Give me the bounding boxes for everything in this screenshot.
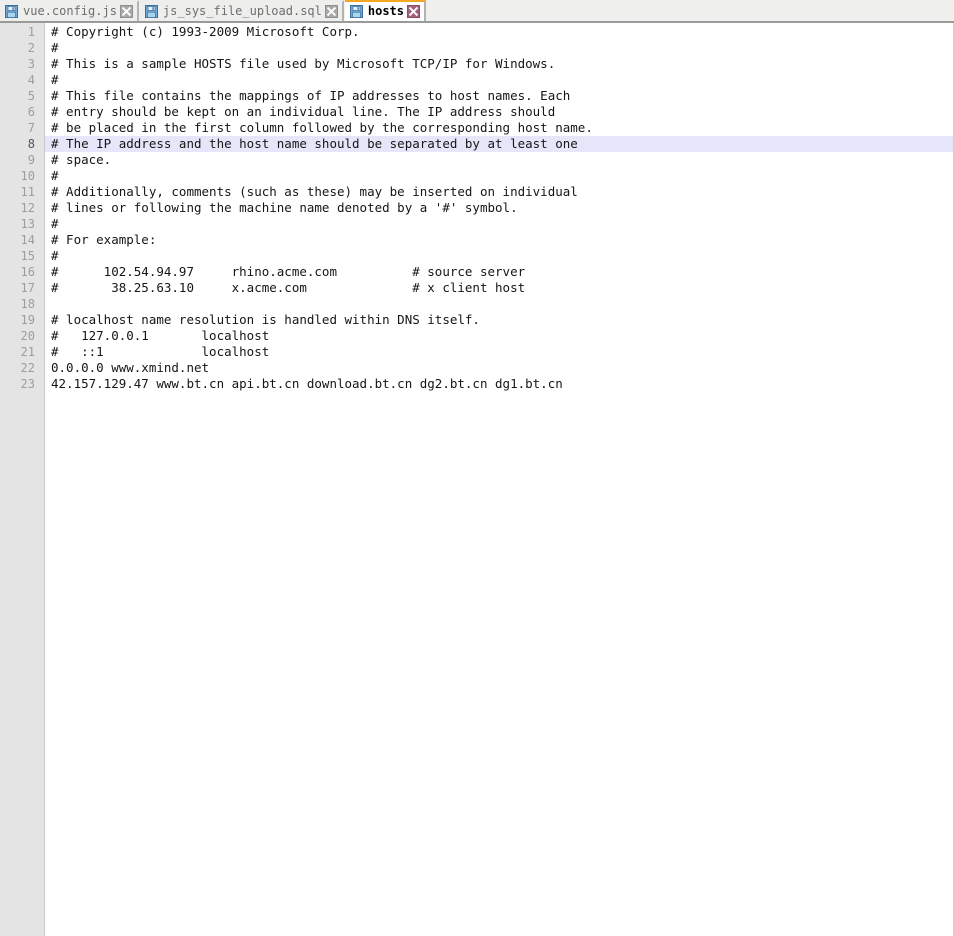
tab-label: js_sys_file_upload.sql [162,4,322,18]
tab-bar: vue.config.js js_sys_file_upload.sql hosts [0,0,954,23]
line-number: 8 [27,137,35,151]
code-line[interactable]: # For example: [45,232,953,248]
code-line[interactable]: # Copyright (c) 1993-2009 Microsoft Corp… [45,24,953,40]
code-line[interactable]: # space. [45,152,953,168]
code-line[interactable]: # entry should be kept on an individual … [45,104,953,120]
line-number: 2 [27,41,35,55]
save-floppy-icon [349,5,363,18]
line-number: 9 [27,153,35,167]
editor-pane[interactable]: 1 2 3 4 5 6 7 8 9 10 11 12 13 14 15 16 17 18 19 20 21 22 23 # … [0,23,954,936]
line-number: 11 [20,185,35,199]
code-line[interactable]: # This file contains the mappings of IP … [45,88,953,104]
line-number: 15 [20,249,35,263]
code-line[interactable]: # lines or following the machine name de… [45,200,953,216]
line-number: 1 [27,25,35,39]
code-text-area[interactable]: # Copyright (c) 1993-2009 Microsoft Corp… [45,23,953,936]
close-icon[interactable] [407,5,420,18]
editor-window: vue.config.js js_sys_file_upload.sql hosts… [0,0,954,936]
save-floppy-icon [144,5,158,18]
code-line[interactable] [45,296,953,312]
tab-hosts[interactable]: hosts [344,0,426,21]
code-line[interactable]: # [45,216,953,232]
line-number: 7 [27,121,35,135]
line-number: 19 [20,313,35,327]
code-line[interactable]: # 102.54.94.97 rhino.acme.com # source s… [45,264,953,280]
code-line[interactable]: # 38.25.63.10 x.acme.com # x client host [45,280,953,296]
save-floppy-icon [5,5,18,18]
code-line[interactable]: # [45,40,953,56]
tab-label: hosts [367,4,404,18]
line-number: 10 [20,169,35,183]
code-line[interactable]: # Additionally, comments (such as these)… [45,184,953,200]
line-number: 12 [20,201,35,215]
line-number: 23 [20,377,35,391]
code-line[interactable]: # [45,168,953,184]
line-number-gutter: 1 2 3 4 5 6 7 8 9 10 11 12 13 14 15 16 17 18 19 20 21 22 23 [0,23,45,936]
code-line[interactable]: # localhost name resolution is handled w… [45,312,953,328]
code-line[interactable]: # be placed in the first column followed… [45,120,953,136]
tab-vue-config-js[interactable]: vue.config.js [0,0,139,21]
tab-js-sys-file-upload-sql[interactable]: js_sys_file_upload.sql [139,0,344,21]
code-line[interactable]: # 127.0.0.1 localhost [45,328,953,344]
code-line[interactable]: 42.157.129.47 www.bt.cn api.bt.cn downlo… [45,376,953,392]
close-icon[interactable] [324,5,338,18]
line-number: 3 [27,57,35,71]
code-line[interactable]: # This is a sample HOSTS file used by Mi… [45,56,953,72]
code-line[interactable]: # [45,248,953,264]
line-number: 4 [27,73,35,87]
line-number: 17 [20,281,35,295]
line-number: 18 [20,297,35,311]
line-number: 6 [27,105,35,119]
line-number: 20 [20,329,35,343]
close-icon[interactable] [119,5,133,18]
line-number: 14 [20,233,35,247]
line-number: 16 [20,265,35,279]
tab-label: vue.config.js [23,4,117,18]
code-line[interactable]: # ::1 localhost [45,344,953,360]
line-number: 5 [27,89,35,103]
code-line[interactable]: # The IP address and the host name shoul… [45,136,953,152]
code-line[interactable]: # [45,72,953,88]
line-number: 22 [20,361,35,375]
line-number: 21 [20,345,35,359]
line-number: 13 [20,217,35,231]
code-line[interactable]: 0.0.0.0 www.xmind.net [45,360,953,376]
